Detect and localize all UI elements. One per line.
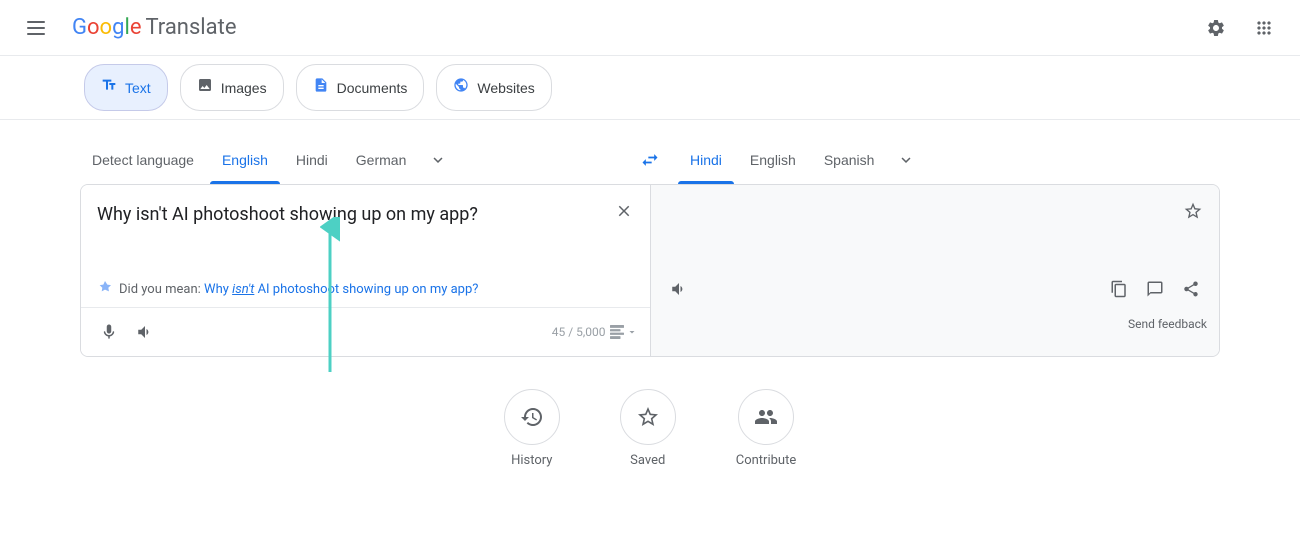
output-panel-footer xyxy=(651,265,1220,313)
contribute-action[interactable]: Contribute xyxy=(736,389,797,468)
logo: Google Translate xyxy=(72,15,236,40)
tab-text-label: Text xyxy=(125,80,151,96)
translate-wordmark: Translate xyxy=(145,15,236,40)
copy-translation-btn[interactable] xyxy=(1103,273,1135,305)
send-feedback-link[interactable]: Send feedback xyxy=(651,313,1220,335)
output-panel: Send feedback xyxy=(650,185,1220,356)
nav-tabs: Text Images Documents Websites xyxy=(0,56,1300,120)
saved-circle xyxy=(620,389,676,445)
tab-text[interactable]: Text xyxy=(84,64,168,111)
did-you-mean-bar: Did you mean: Why isn't AI photoshoot sh… xyxy=(81,275,650,307)
tab-documents[interactable]: Documents xyxy=(296,64,425,111)
clear-input-btn[interactable] xyxy=(610,197,638,225)
target-english-btn[interactable]: English xyxy=(738,144,808,176)
save-translation-btn[interactable] xyxy=(1179,197,1207,225)
input-panel: Why isn't AI photoshoot showing up on my… xyxy=(81,185,650,356)
input-footer-left xyxy=(93,316,161,348)
header-left: Google Translate xyxy=(16,8,236,48)
source-text-input[interactable]: Why isn't AI photoshoot showing up on my… xyxy=(81,185,650,271)
input-footer-right: 45 / 5,000 xyxy=(552,325,638,339)
settings-button[interactable] xyxy=(1196,8,1236,48)
saved-label: Saved xyxy=(630,453,665,468)
target-spanish-btn[interactable]: Spanish xyxy=(812,144,887,176)
output-actions xyxy=(1103,273,1207,305)
main-content: Detect language English Hindi German Hin… xyxy=(0,120,1300,500)
apps-button[interactable] xyxy=(1244,8,1284,48)
tab-images-label: Images xyxy=(221,80,267,96)
websites-icon xyxy=(453,77,469,98)
target-lang-bar: Hindi English Spanish xyxy=(678,136,1220,184)
source-more-langs-btn[interactable] xyxy=(422,144,454,176)
input-panel-footer: 45 / 5,000 xyxy=(81,307,650,356)
header-right xyxy=(1196,8,1284,48)
target-hindi-btn[interactable]: Hindi xyxy=(678,144,734,176)
language-selector-bars: Detect language English Hindi German Hin… xyxy=(80,136,1220,184)
share-translation-btn[interactable] xyxy=(1175,273,1207,305)
tab-documents-label: Documents xyxy=(337,80,408,96)
documents-icon xyxy=(313,77,329,98)
text-icon xyxy=(101,77,117,98)
images-icon xyxy=(197,77,213,98)
history-circle xyxy=(504,389,560,445)
menu-button[interactable] xyxy=(16,8,56,48)
source-hindi-btn[interactable]: Hindi xyxy=(284,144,340,176)
contribute-label: Contribute xyxy=(736,453,797,468)
swap-languages-btn[interactable] xyxy=(630,140,670,180)
did-you-mean-text: Did you mean: Why isn't AI photoshoot sh… xyxy=(119,282,478,297)
did-you-mean-link[interactable]: Why isn't AI photoshoot showing up on my… xyxy=(204,282,478,297)
source-english-btn[interactable]: English xyxy=(210,144,280,176)
speaker-input-btn[interactable] xyxy=(129,316,161,348)
rate-translation-btn[interactable] xyxy=(1139,273,1171,305)
history-label: History xyxy=(511,453,552,468)
tab-images[interactable]: Images xyxy=(180,64,284,111)
target-more-langs-btn[interactable] xyxy=(890,144,922,176)
mic-btn[interactable] xyxy=(93,316,125,348)
output-text xyxy=(651,185,1220,265)
header: Google Translate xyxy=(0,0,1300,56)
sparkle-icon xyxy=(97,279,113,299)
speaker-output-btn[interactable] xyxy=(663,273,695,305)
bottom-actions: History Saved Contribute xyxy=(80,357,1220,484)
char-count: 45 / 5,000 xyxy=(552,325,606,339)
translation-panels: Why isn't AI photoshoot showing up on my… xyxy=(80,184,1220,357)
font-select[interactable] xyxy=(610,325,638,339)
source-lang-bar: Detect language English Hindi German xyxy=(80,136,622,184)
source-german-btn[interactable]: German xyxy=(344,144,419,176)
contribute-circle xyxy=(738,389,794,445)
saved-action[interactable]: Saved xyxy=(620,389,676,468)
detect-language-btn[interactable]: Detect language xyxy=(80,144,206,176)
tab-websites[interactable]: Websites xyxy=(436,64,551,111)
tab-websites-label: Websites xyxy=(477,80,534,96)
history-action[interactable]: History xyxy=(504,389,560,468)
google-wordmark: Google xyxy=(72,15,141,40)
